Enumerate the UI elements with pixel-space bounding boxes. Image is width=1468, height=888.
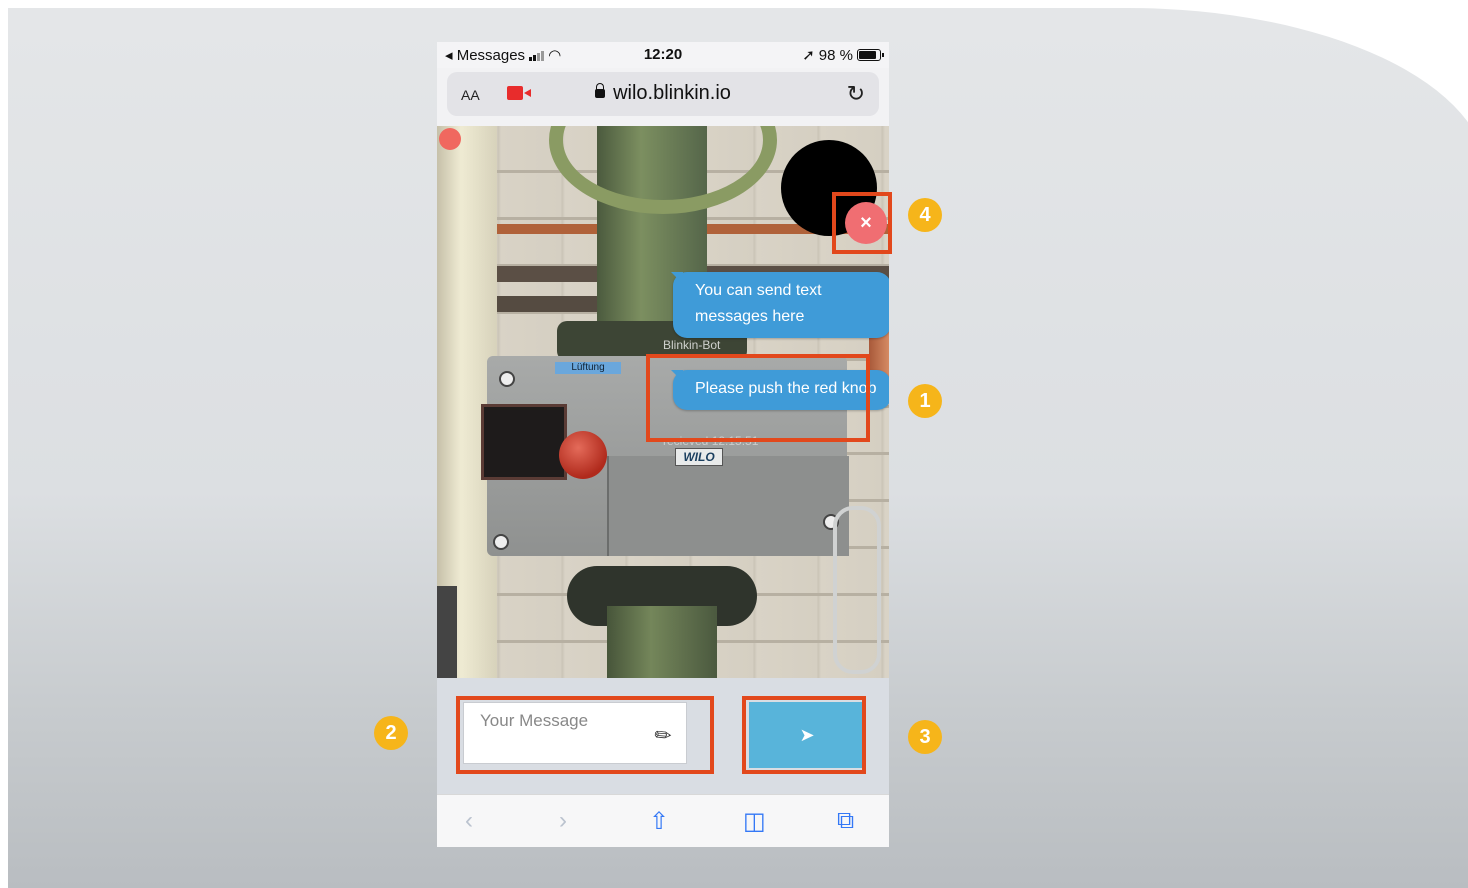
pump-display <box>481 404 567 480</box>
chat-message: You can send text messages here <box>671 272 889 338</box>
share-icon[interactable]: ⇧ <box>649 807 669 836</box>
location-icon: ➚ <box>802 47 815 64</box>
browser-toolbar: ‹ › ⇧ ◫ ⧉ <box>437 794 889 847</box>
highlight-input <box>456 696 714 774</box>
reload-icon[interactable]: ↻ <box>847 81 865 107</box>
recording-indicator <box>439 128 461 150</box>
highlight-close <box>832 192 892 254</box>
screw <box>499 371 515 387</box>
badge-4: 4 <box>908 198 942 232</box>
highlight-send <box>742 696 866 774</box>
url-text: wilo.blinkin.io <box>613 82 731 104</box>
forward-icon[interactable]: › <box>559 807 567 835</box>
highlight-message <box>646 354 870 442</box>
chat-message-sender: Blinkin-Bot <box>663 338 721 352</box>
battery-icon <box>857 49 884 61</box>
tabs-icon[interactable]: ⧉ <box>837 807 854 835</box>
badge-1: 1 <box>908 384 942 418</box>
lock-icon <box>595 83 606 99</box>
url-field[interactable]: wilo.blinkin.io <box>447 82 879 105</box>
badge-2: 2 <box>374 716 408 750</box>
back-icon[interactable]: ‹ <box>465 807 473 835</box>
red-knob <box>559 431 607 479</box>
badge-3: 3 <box>908 720 942 754</box>
screw <box>493 534 509 550</box>
cables <box>833 506 881 674</box>
battery-percent: 98 % <box>818 46 853 64</box>
chat-message-text: You can send text messages here <box>695 282 822 325</box>
brand-plate: WILO <box>675 448 723 466</box>
bookmarks-icon[interactable]: ◫ <box>743 807 766 836</box>
label-plate: Lüftung <box>555 362 621 374</box>
status-bar: ◂ Messages ◠ 12:20 ➚ 98 % <box>437 42 889 68</box>
address-bar[interactable]: AA wilo.blinkin.io ↻ <box>447 72 879 116</box>
